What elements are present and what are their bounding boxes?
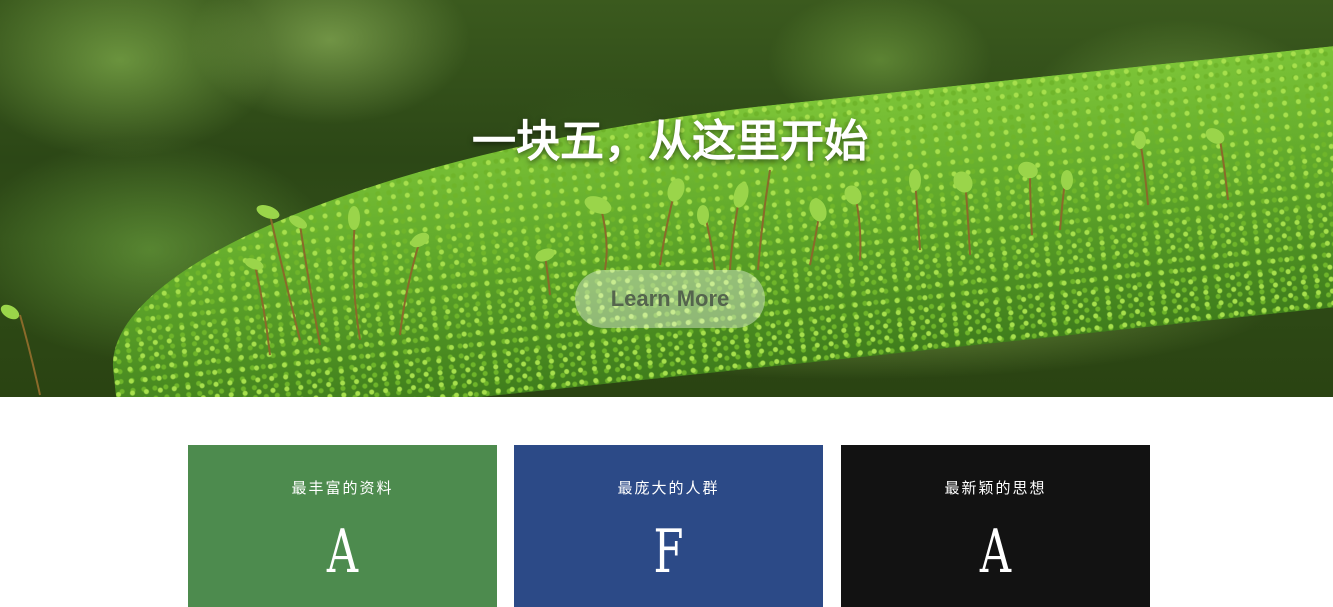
sprout-illustration <box>0 128 1229 396</box>
feature-card-people[interactable]: 最庞大的人群 F <box>514 445 823 607</box>
feature-card-letter: A <box>326 517 359 587</box>
feature-card-resources[interactable]: 最丰富的资料 A <box>188 445 497 607</box>
feature-card-title: 最丰富的资料 <box>291 479 394 497</box>
feature-card-letter: A <box>979 517 1012 587</box>
feature-card-ideas[interactable]: 最新颖的思想 A <box>841 445 1150 607</box>
feature-card-letter: F <box>653 517 684 587</box>
learn-more-button[interactable]: Learn More <box>575 270 765 328</box>
feature-card-title: 最新颖的思想 <box>944 479 1047 497</box>
hero-title: 一块五，从这里开始 <box>472 116 868 167</box>
feature-card-title: 最庞大的人群 <box>617 479 720 497</box>
hero-banner: 一块五，从这里开始 Learn More <box>0 0 1333 397</box>
feature-cards: 最丰富的资料 A 最庞大的人群 F 最新颖的思想 A <box>0 397 1333 607</box>
